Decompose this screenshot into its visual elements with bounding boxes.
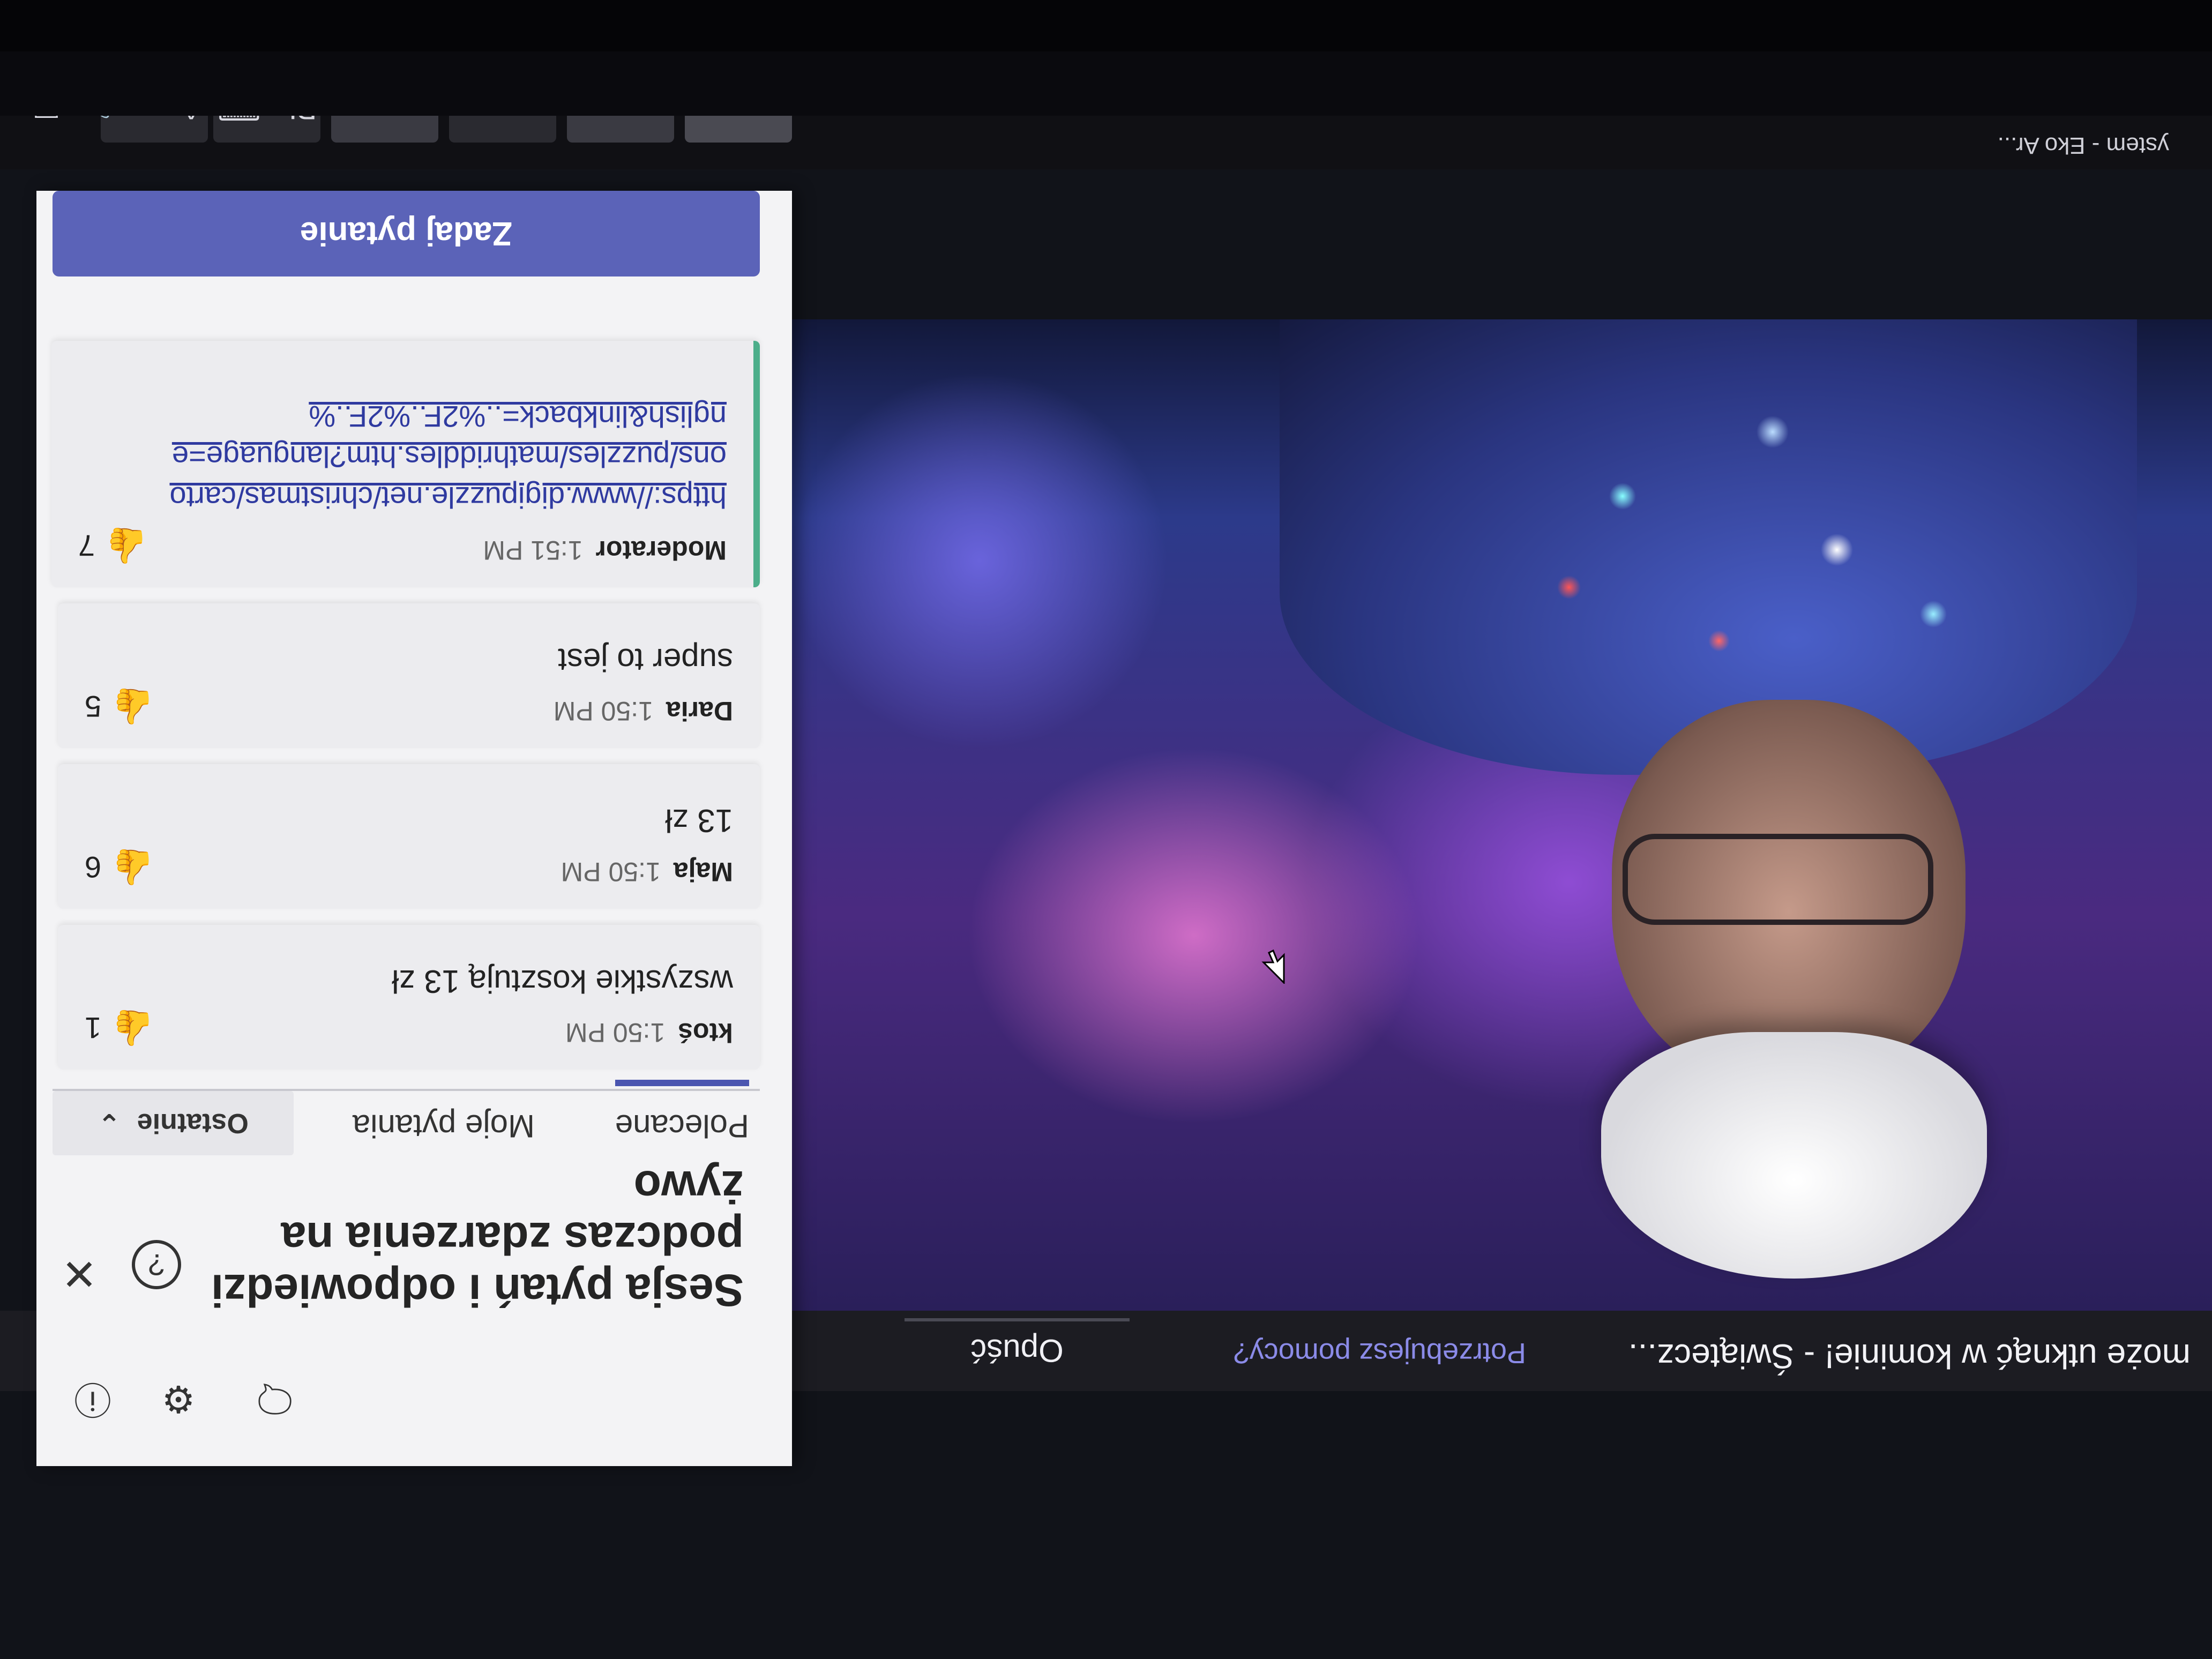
language-indicator[interactable]: PL xyxy=(280,116,317,126)
info-icon[interactable]: ⓘ xyxy=(69,1375,117,1423)
photo-rotated-view: może utknąć w kominie! - Świątecz... Pot… xyxy=(0,0,2212,1659)
question-author: ktoś1:50 PM xyxy=(565,1018,733,1048)
question-time: 1:51 PM xyxy=(483,535,583,565)
help-icon[interactable]: ? xyxy=(132,1240,181,1289)
like-button[interactable]: 👍 7 xyxy=(78,526,148,566)
sort-dropdown[interactable]: Ostatnie ⌄ xyxy=(53,1091,294,1155)
tab-my-questions[interactable]: Moje pytania xyxy=(353,1108,535,1145)
tabs-divider xyxy=(53,1089,760,1091)
teams-icon[interactable]: T xyxy=(567,116,674,143)
christmas-lights xyxy=(1515,346,1998,721)
battery-icon[interactable]: ▭ xyxy=(137,116,165,126)
keyboard-icon[interactable]: ⌨ xyxy=(218,116,261,126)
gear-icon[interactable]: ⚙ xyxy=(154,1375,203,1423)
mouse-cursor-icon xyxy=(1261,949,1285,984)
monitor-screen: może utknąć w kominie! - Świątecz... Pot… xyxy=(0,116,2212,1659)
chevron-up-icon[interactable]: ^ xyxy=(184,116,198,126)
taskbar-status-text: ystem - Eko Ar... xyxy=(1997,132,2169,159)
monitor-bezel xyxy=(0,0,2212,51)
question-card: Daria1:50 PM 👍 5 super to jest xyxy=(58,603,760,748)
thumbs-up-icon: 👍 xyxy=(112,687,155,726)
sort-label: Ostatnie xyxy=(137,1108,249,1139)
panel-title: Sesja pytań i odpowiedzi podczas zdarzen… xyxy=(211,1161,744,1316)
system-tray: PL ⌨ ^ ▭ 🔈 ▤ xyxy=(32,116,317,126)
question-card: ktoś1:50 PM 👍 1 wszystkie kosztują 13 zł xyxy=(58,925,760,1070)
word-icon[interactable]: W xyxy=(685,116,792,143)
thumbs-up-icon: 👍 xyxy=(112,848,155,887)
like-count: 5 xyxy=(85,690,102,723)
leave-button[interactable]: Opuść xyxy=(905,1318,1130,1380)
question-author: Maja1:50 PM xyxy=(561,857,733,887)
like-button[interactable]: 👍 1 xyxy=(85,1008,155,1048)
like-button[interactable]: 👍 6 xyxy=(85,847,155,887)
like-count: 7 xyxy=(78,529,95,563)
qa-icon[interactable]: 🗨 xyxy=(251,1375,299,1423)
question-text: super to jest xyxy=(558,642,733,678)
question-author: Moderator1:51 PM xyxy=(483,535,727,565)
question-time: 1:50 PM xyxy=(561,857,661,887)
question-text: 13 zł xyxy=(665,803,733,839)
help-link[interactable]: Potrzebujesz pomocy? xyxy=(1234,1336,1526,1370)
meeting-title: może utknąć w kominie! - Świątecz... xyxy=(1628,1337,2191,1376)
qa-panel: ⓘ ⚙ 🗨 Sesja pytań i odpowiedzi podczas z… xyxy=(36,191,792,1466)
close-icon[interactable]: ✕ xyxy=(58,1250,101,1297)
volume-icon[interactable]: 🔈 xyxy=(80,116,117,126)
like-count: 1 xyxy=(85,1011,102,1045)
question-author: Daria1:50 PM xyxy=(553,696,733,726)
question-time: 1:50 PM xyxy=(553,696,653,726)
like-button[interactable]: 👍 5 xyxy=(85,686,155,727)
question-link[interactable]: https://www.digipuzzle.net/christmas/car… xyxy=(164,396,727,518)
question-time: 1:50 PM xyxy=(565,1018,666,1048)
chrome-icon[interactable]: ◉ xyxy=(331,116,438,143)
ask-question-button[interactable]: Zadaj pytanie xyxy=(53,191,760,276)
question-link-container: https://www.digipuzzle.net/christmas/car… xyxy=(164,396,727,518)
video-stream xyxy=(754,319,2212,1311)
notification-icon[interactable]: ▤ xyxy=(32,116,61,126)
presenter-glasses xyxy=(1623,834,1933,925)
chevron-down-icon: ⌄ xyxy=(98,1108,121,1139)
thumbs-up-icon: 👍 xyxy=(106,527,148,565)
santa-hat xyxy=(1601,1032,1987,1279)
question-card: Maja1:50 PM 👍 6 13 zł xyxy=(58,764,760,909)
taskbar: ystem - Eko Ar... e ▬ ◉ ◐ T W PL ⌨ ^ ▭ 🔈… xyxy=(0,116,2212,169)
question-text: wszystkie kosztują 13 zł xyxy=(392,963,733,999)
thumbs-up-icon: 👍 xyxy=(112,1009,155,1048)
edge-icon[interactable]: ◐ xyxy=(449,116,556,143)
like-count: 6 xyxy=(85,850,102,884)
question-card-moderator: Moderator1:51 PM 👍 7 https://www.digipuz… xyxy=(51,341,760,587)
